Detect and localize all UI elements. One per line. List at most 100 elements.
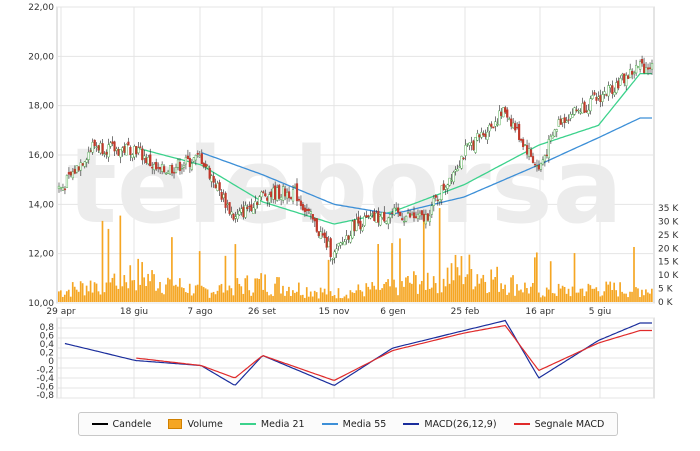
candle-body xyxy=(637,66,640,69)
candle-body xyxy=(482,133,485,136)
candle-body xyxy=(127,141,130,146)
volume-bar xyxy=(539,297,542,302)
volume-bar xyxy=(167,277,169,302)
volume-bar xyxy=(248,290,251,302)
volume-bar xyxy=(153,274,155,302)
volume-bar xyxy=(466,274,469,302)
volume-bar xyxy=(581,288,584,302)
candle-body xyxy=(498,110,501,126)
candle-body xyxy=(361,226,364,231)
volume-bar xyxy=(85,285,88,302)
volume-tick-label: 25 K xyxy=(658,231,679,241)
volume-bar xyxy=(182,288,185,302)
candle-body xyxy=(63,188,67,191)
volume-bar xyxy=(627,297,629,302)
volume-bar xyxy=(389,286,391,302)
volume-bar xyxy=(567,288,570,302)
candle-body xyxy=(355,219,358,231)
candle-body xyxy=(313,218,316,222)
volume-bar xyxy=(432,276,435,302)
legend-item-media-55[interactable]: Media 55 xyxy=(321,419,386,430)
candle-body xyxy=(585,110,588,112)
candle-body xyxy=(559,118,562,125)
candle-body xyxy=(444,186,447,190)
volume-bar xyxy=(555,295,558,302)
candle-body xyxy=(272,187,275,200)
volume-bar xyxy=(323,288,326,302)
volume-bar xyxy=(113,273,116,302)
candle-body xyxy=(605,94,608,96)
legend-item-macd[interactable]: MACD(26,12,9) xyxy=(403,419,497,430)
volume-bar xyxy=(349,290,352,302)
candle-body xyxy=(599,95,602,103)
candle-body xyxy=(303,207,307,212)
candle-body xyxy=(478,134,481,138)
volume-bar xyxy=(476,274,479,302)
candle-body xyxy=(168,165,172,175)
volume-bar xyxy=(522,292,524,302)
volume-bar xyxy=(462,284,465,302)
volume-bar xyxy=(651,288,653,302)
volume-bar xyxy=(541,295,544,302)
price-tick-label: 12,00 xyxy=(28,250,54,260)
candle-body xyxy=(571,114,574,118)
candle-body xyxy=(331,258,334,261)
candle-body xyxy=(97,145,100,151)
candle-body xyxy=(254,201,257,210)
volume-bar xyxy=(573,253,576,302)
volume-bar xyxy=(418,284,421,302)
candle-body xyxy=(103,153,106,155)
volume-bar xyxy=(319,287,322,302)
candle-body xyxy=(202,162,205,167)
volume-bar xyxy=(649,293,651,302)
volume-bar xyxy=(647,292,649,302)
volume-bar xyxy=(385,282,387,302)
volume-bar xyxy=(621,291,623,302)
candle-body xyxy=(539,163,543,170)
candle-body xyxy=(95,146,98,148)
candle-body xyxy=(373,211,376,221)
volume-bar xyxy=(206,289,209,302)
volume-bar xyxy=(230,288,233,302)
volume-bar xyxy=(157,288,159,302)
candle-body xyxy=(627,75,630,79)
volume-bar xyxy=(494,277,497,302)
volume-bar xyxy=(325,294,328,302)
candle-body xyxy=(153,163,156,171)
volume-bar xyxy=(373,285,376,302)
candle-body xyxy=(315,218,318,232)
candle-body xyxy=(59,186,63,189)
volume-bar xyxy=(532,282,534,302)
volume-bar xyxy=(313,290,316,302)
candle-body xyxy=(81,163,84,166)
volume-tick-label: 5 K xyxy=(658,285,674,295)
legend-item-volume[interactable]: Volume xyxy=(168,419,223,430)
legend-item-media-21[interactable]: Media 21 xyxy=(239,419,305,430)
candle-body xyxy=(218,182,221,191)
volume-bar xyxy=(420,280,423,302)
legend-item-candele[interactable]: Candele xyxy=(91,419,151,430)
volume-bar xyxy=(528,293,530,302)
volume-bar xyxy=(125,282,128,302)
volume-bar xyxy=(530,286,532,302)
volume-bar xyxy=(579,288,582,302)
volume-bar xyxy=(381,288,383,302)
candle-body xyxy=(595,97,598,101)
volume-bar xyxy=(61,296,64,302)
candle-body xyxy=(537,164,541,170)
candle-body xyxy=(301,203,305,211)
volume-tick-label: 10 K xyxy=(658,271,679,281)
candle-body xyxy=(252,207,255,214)
volume-bar xyxy=(232,295,235,302)
candle-body xyxy=(109,142,112,147)
volume-bar xyxy=(415,275,417,302)
volume-bar xyxy=(101,220,104,302)
volume-bar xyxy=(347,298,350,302)
candle-body xyxy=(149,154,152,167)
volume-bar xyxy=(93,282,96,302)
volume-bar xyxy=(137,258,140,302)
legend-item-segnale-macd[interactable]: Segnale MACD xyxy=(513,419,604,430)
candle-body xyxy=(575,109,578,112)
date-tick-label: 29 apr xyxy=(46,307,76,317)
candle-body xyxy=(228,202,231,214)
